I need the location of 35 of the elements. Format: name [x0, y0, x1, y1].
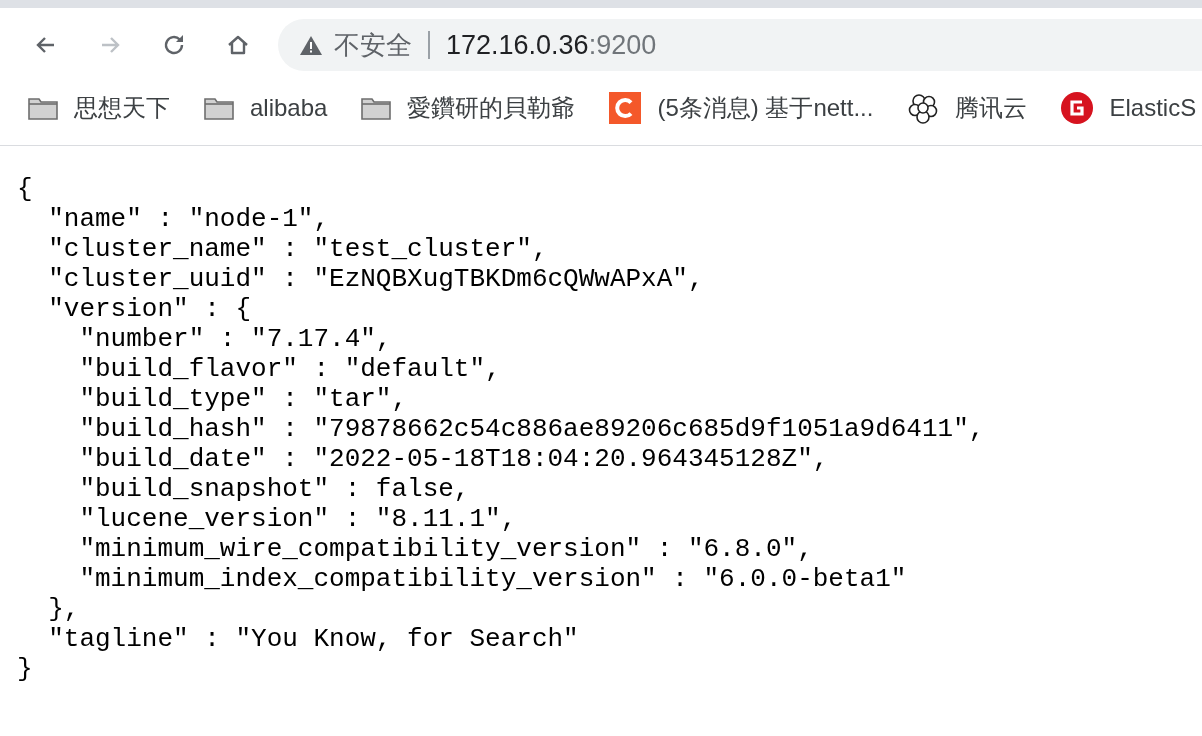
url-text: 172.16.0.36:9200: [446, 29, 657, 61]
folder-icon: [28, 95, 58, 121]
folder-icon: [204, 95, 234, 121]
json-line: "minimum_wire_compatibility_version" : "6.8.0",: [78, 534, 814, 564]
json-line: "minimum_index_compatibility_version" : "6.0.0-beta1": [78, 564, 908, 594]
address-bar[interactable]: 不安全 172.16.0.36:9200: [278, 19, 1202, 71]
reload-icon: [162, 33, 186, 57]
bookmark-item[interactable]: 思想天下: [28, 92, 170, 124]
json-line: "cluster_uuid" : "EzNQBXugTBKDm6cQWwAPxA",: [47, 264, 705, 294]
json-line: "name" : "node-1",: [47, 204, 331, 234]
cloud-cluster-icon: [907, 92, 940, 124]
json-line: "tagline" : "You Know, for Search": [47, 624, 580, 654]
round-logo-icon: [1061, 92, 1094, 124]
json-line: "build_hash" : "79878662c54c886ae89206c685d9f1051a9d6411",: [78, 414, 986, 444]
json-line: "build_snapshot" : false,: [78, 474, 471, 504]
json-line: "build_flavor" : "default",: [78, 354, 502, 384]
json-line: {: [17, 174, 34, 204]
json-line: "build_date" : "2022-05-18T18:04:20.964345128Z",: [78, 444, 830, 474]
folder-icon: [361, 95, 392, 121]
json-line: }: [17, 654, 34, 684]
json-line: "version" : {: [47, 294, 253, 324]
json-line: "build_type" : "tar",: [78, 384, 409, 414]
bookmark-item[interactable]: 愛鑽研的貝勒爺: [361, 92, 576, 124]
bookmark-item[interactable]: (5条消息) 基于nett...: [609, 92, 874, 124]
json-line: "number" : "7.17.4",: [78, 324, 393, 354]
bookmark-item[interactable]: ElasticS: [1061, 92, 1197, 124]
site-logo-icon: [609, 92, 642, 124]
json-line: },: [47, 594, 81, 624]
bookmark-item[interactable]: alibaba: [204, 94, 328, 122]
bookmark-item[interactable]: 腾讯云: [907, 92, 1028, 124]
json-line: "lucene_version" : "8.11.1",: [78, 504, 518, 534]
home-icon: [226, 33, 250, 57]
warning-icon: [300, 35, 322, 55]
json-line: "cluster_name" : "test_cluster",: [47, 234, 549, 264]
security-label: 不安全: [334, 28, 412, 62]
